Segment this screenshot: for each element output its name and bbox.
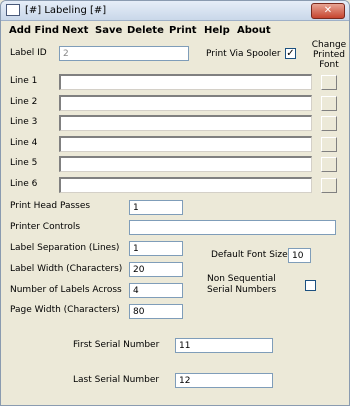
app-icon xyxy=(6,4,20,16)
line-2-field[interactable] xyxy=(59,95,312,111)
print-spooler-label: Print Via Spooler xyxy=(206,49,281,59)
first-serial-field[interactable]: 11 xyxy=(175,338,273,353)
print-head-passes-field[interactable]: 1 xyxy=(129,200,183,215)
line-1-font-button[interactable] xyxy=(321,75,337,90)
default-font-size-label: Default Font Size xyxy=(211,250,288,260)
close-button[interactable]: ✕ xyxy=(311,3,345,19)
menu-print[interactable]: Print xyxy=(169,25,197,36)
non-sequential-checkbox[interactable] xyxy=(305,280,316,291)
line-5-field[interactable] xyxy=(59,156,312,172)
menu-help[interactable]: Help xyxy=(204,25,230,36)
line-6-label: Line 6 xyxy=(10,179,38,189)
line-6-field[interactable] xyxy=(59,177,312,193)
line-5-label: Line 5 xyxy=(10,158,38,168)
last-serial-label: Last Serial Number xyxy=(73,375,160,385)
line-6-font-button[interactable] xyxy=(321,178,337,193)
menu-delete[interactable]: Delete xyxy=(127,25,164,36)
printer-controls-field[interactable] xyxy=(129,220,336,235)
menu-save[interactable]: Save xyxy=(95,25,122,36)
labels-across-label: Number of Labels Across xyxy=(10,285,122,295)
page-width-label: Page Width (Characters) xyxy=(10,305,120,315)
change-font-label: Change Printed Font xyxy=(311,40,347,70)
window-title: [#] Labeling [#] xyxy=(25,5,107,16)
line-1-field[interactable] xyxy=(59,74,312,90)
non-sequential-label: Non Sequential Serial Numbers xyxy=(207,274,277,295)
labels-across-field[interactable]: 4 xyxy=(129,283,183,298)
first-serial-label: First Serial Number xyxy=(73,340,160,350)
menu-bar: Add Find Next Save Delete Print Help Abo… xyxy=(1,23,349,39)
line-4-field[interactable] xyxy=(59,136,312,152)
title-bar: [#] Labeling [#] ✕ xyxy=(1,1,349,21)
label-separation-field[interactable]: 1 xyxy=(129,241,183,256)
page-width-field[interactable]: 80 xyxy=(129,304,183,319)
label-separation-label: Label Separation (Lines) xyxy=(10,243,120,253)
menu-next[interactable]: Next xyxy=(62,25,88,36)
menu-add-find[interactable]: Add Find xyxy=(9,25,59,36)
label-width-label: Label Width (Characters) xyxy=(10,264,123,274)
labeling-window: [#] Labeling [#] ✕ Add Find Next Save De… xyxy=(0,0,350,406)
line-3-label: Line 3 xyxy=(10,117,38,127)
menu-about[interactable]: About xyxy=(237,25,271,36)
line-2-label: Line 2 xyxy=(10,97,38,107)
line-3-font-button[interactable] xyxy=(321,116,337,131)
line-4-font-button[interactable] xyxy=(321,137,337,152)
print-spooler-checkbox[interactable]: ✓ xyxy=(285,48,296,59)
label-id-field[interactable]: 2 xyxy=(59,46,189,61)
line-4-label: Line 4 xyxy=(10,138,38,148)
line-5-font-button[interactable] xyxy=(321,157,337,172)
line-1-label: Line 1 xyxy=(10,76,38,86)
label-width-field[interactable]: 20 xyxy=(129,262,183,277)
line-2-font-button[interactable] xyxy=(321,96,337,111)
print-head-passes-label: Print Head Passes xyxy=(10,201,91,211)
default-font-size-field[interactable]: 10 xyxy=(288,248,311,263)
label-id-label: Label ID xyxy=(10,48,47,58)
line-3-field[interactable] xyxy=(59,115,312,131)
printer-controls-label: Printer Controls xyxy=(10,222,81,232)
last-serial-field[interactable]: 12 xyxy=(175,373,273,388)
